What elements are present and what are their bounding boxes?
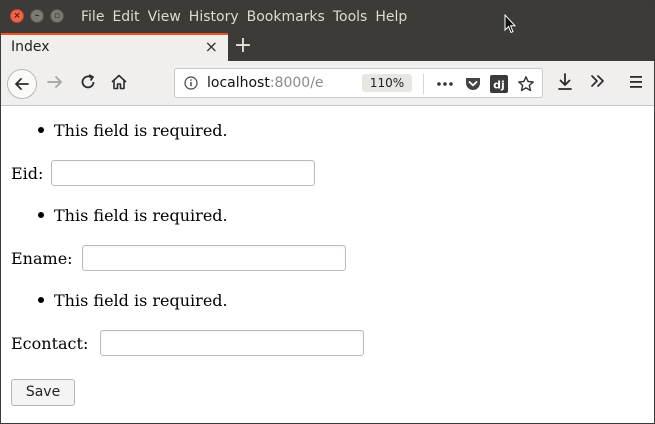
ename-label: Ename: bbox=[11, 249, 73, 268]
error-list-eid: This field is required. bbox=[38, 121, 228, 140]
ename-input[interactable] bbox=[82, 245, 346, 271]
tab-strip: Index × + bbox=[1, 33, 654, 61]
back-arrow-icon bbox=[15, 78, 29, 90]
mouse-pointer-icon bbox=[504, 14, 516, 34]
nav-toolbar: localhost:8000/e 110% dj bbox=[1, 61, 654, 106]
menu-bookmarks[interactable]: Bookmarks bbox=[247, 1, 325, 33]
new-tab-plus-icon[interactable]: + bbox=[233, 33, 253, 61]
save-button[interactable]: Save bbox=[11, 379, 75, 406]
bookmark-star-icon[interactable] bbox=[517, 75, 535, 93]
menu-file[interactable]: File bbox=[81, 1, 104, 33]
window-maximize-button[interactable]: ▫ bbox=[50, 9, 64, 23]
svg-text:dj: dj bbox=[493, 79, 505, 92]
forward-arrow-icon[interactable] bbox=[45, 72, 65, 92]
window-close-button[interactable]: × bbox=[10, 9, 24, 23]
error-list-econtact: This field is required. bbox=[38, 291, 228, 310]
page-content: This field is required. Eid: This field … bbox=[1, 106, 654, 423]
window-minimize-button[interactable]: – bbox=[30, 9, 44, 23]
reload-icon[interactable] bbox=[78, 72, 98, 92]
hamburger-menu-icon[interactable] bbox=[629, 75, 643, 89]
url-text[interactable]: localhost:8000/e bbox=[207, 75, 324, 91]
tab-title: Index bbox=[11, 39, 50, 55]
menu-edit[interactable]: Edit bbox=[112, 1, 139, 33]
error-message: This field is required. bbox=[54, 206, 228, 225]
url-bar[interactable]: localhost:8000/e 110% dj bbox=[174, 68, 543, 98]
info-icon[interactable] bbox=[184, 76, 198, 90]
tab-index[interactable]: Index × bbox=[1, 33, 228, 61]
bullet-icon bbox=[38, 296, 44, 303]
page-actions-icon[interactable] bbox=[435, 75, 455, 93]
error-list-ename: This field is required. bbox=[38, 206, 228, 225]
error-message: This field is required. bbox=[54, 291, 228, 310]
url-path: :8000/e bbox=[269, 75, 324, 91]
url-bar-divider bbox=[423, 74, 424, 94]
back-button[interactable] bbox=[7, 69, 37, 99]
download-icon[interactable] bbox=[556, 72, 574, 92]
url-host: localhost bbox=[207, 75, 270, 91]
eid-label: Eid: bbox=[11, 164, 44, 183]
django-extension-icon[interactable]: dj bbox=[490, 75, 508, 93]
menu-tools[interactable]: Tools bbox=[333, 1, 368, 33]
title-bar: × – ▫ File Edit View History Bookmarks T… bbox=[1, 1, 654, 34]
econtact-input[interactable] bbox=[100, 330, 364, 356]
browser-window: × – ▫ File Edit View History Bookmarks T… bbox=[0, 0, 655, 424]
pocket-icon[interactable] bbox=[464, 75, 482, 93]
eid-input[interactable] bbox=[51, 160, 315, 186]
zoom-level-badge[interactable]: 110% bbox=[362, 74, 412, 92]
menu-view[interactable]: View bbox=[148, 1, 181, 33]
bullet-icon bbox=[38, 211, 44, 218]
tab-close-icon[interactable]: × bbox=[205, 37, 218, 56]
econtact-label: Econtact: bbox=[11, 334, 89, 353]
home-icon[interactable] bbox=[109, 72, 129, 92]
menu-help[interactable]: Help bbox=[375, 1, 407, 33]
bullet-icon bbox=[38, 126, 44, 133]
menu-bar: File Edit View History Bookmarks Tools H… bbox=[81, 1, 415, 33]
menu-history[interactable]: History bbox=[189, 1, 239, 33]
overflow-chevron-icon[interactable] bbox=[590, 73, 606, 89]
error-message: This field is required. bbox=[54, 121, 228, 140]
